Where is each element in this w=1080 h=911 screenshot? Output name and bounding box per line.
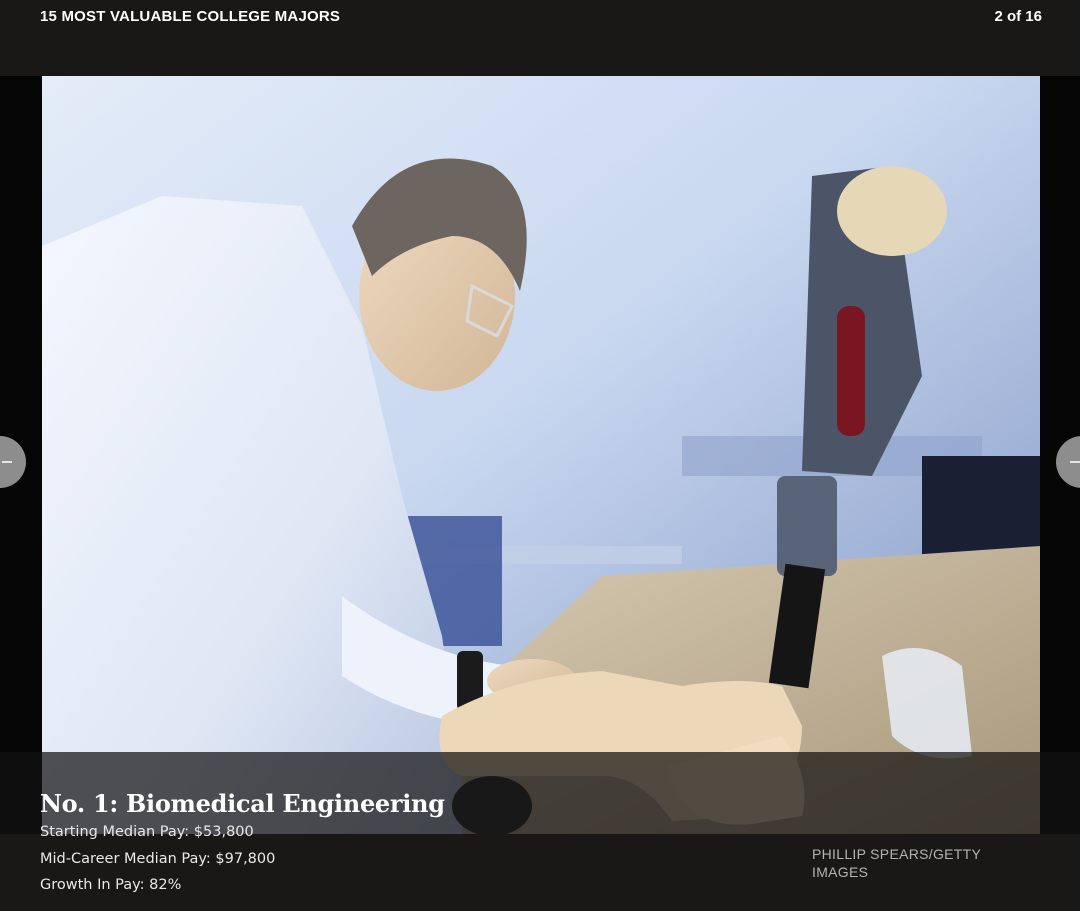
photo-credit: PHILLIP SPEARS/GETTY IMAGES [812,846,981,880]
arrow-right-icon [1070,461,1080,463]
arrow-left-icon [2,461,12,463]
slide-heading: No. 1: Biomedical Engineering [40,789,445,818]
stat-growth-in-pay: Growth In Pay: 82% [40,877,182,893]
slideshow-page: 15 MOST VALUABLE COLLEGE MAJORS 2 of 16 [0,0,1080,911]
gallery-header: 15 MOST VALUABLE COLLEGE MAJORS 2 of 16 [0,0,1080,76]
slide-photo [42,76,1040,834]
stat-mid-career-pay: Mid-Career Median Pay: $97,800 [40,851,276,867]
photo-illustration [42,76,1040,834]
gallery-title: 15 MOST VALUABLE COLLEGE MAJORS [40,8,341,25]
stat-starting-pay: Starting Median Pay: $53,800 [40,824,254,840]
photo-frame [0,76,1080,834]
slide-counter: 2 of 16 [994,8,1042,25]
